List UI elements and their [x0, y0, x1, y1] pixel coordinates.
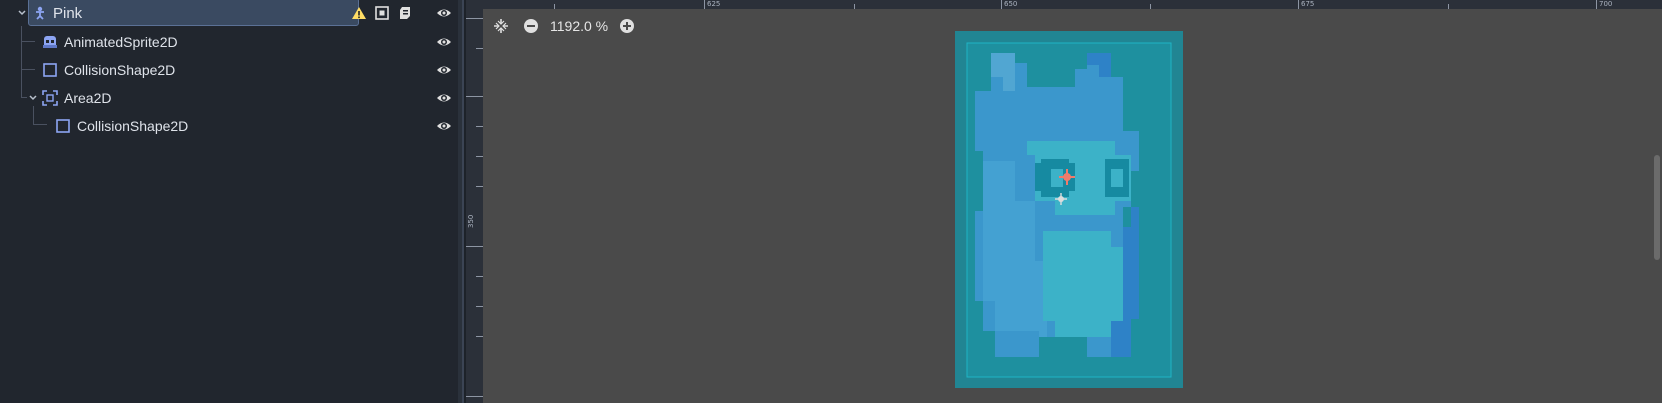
zoom-level-label[interactable]: 1192.0 % — [550, 18, 608, 34]
visibility-eye-icon[interactable] — [436, 5, 452, 21]
ruler-label: 625 — [707, 0, 721, 8]
area2d-icon — [42, 90, 58, 106]
center-view-icon[interactable] — [492, 17, 510, 35]
zoom-toolbar: 1192.0 % — [492, 17, 636, 35]
vertical-ruler: 350 — [466, 0, 483, 403]
visibility-eye-icon[interactable] — [436, 118, 452, 134]
ruler-label: 350 — [467, 214, 475, 228]
scene-tree-panel: Pink AnimatedSprite2D CollisionShape2D A… — [0, 0, 458, 403]
animated-sprite-icon — [42, 34, 58, 50]
ruler-label: 675 — [1301, 0, 1315, 8]
tree-node-area2d-collisionshape2d[interactable]: CollisionShape2D — [0, 112, 458, 140]
character-body-icon — [32, 5, 48, 21]
vertical-scrollbar[interactable] — [1654, 155, 1660, 260]
node-label: CollisionShape2D — [77, 118, 189, 134]
collision-shape-icon — [55, 118, 71, 134]
node-label: CollisionShape2D — [64, 62, 176, 78]
tree-node-animatedsprite2d[interactable]: AnimatedSprite2D — [0, 28, 458, 56]
chevron-down-icon[interactable] — [28, 93, 38, 103]
collision-shape-icon — [42, 62, 58, 78]
horizontal-ruler: 625 650 675 700 — [466, 0, 1662, 9]
canvas-viewport[interactable]: 625 650 675 700 350 1192.0 % — [466, 0, 1662, 403]
node-label: AnimatedSprite2D — [64, 34, 178, 50]
node-label: Pink — [53, 5, 83, 22]
tree-node-area2d[interactable]: Area2D — [0, 84, 458, 112]
ruler-label: 650 — [1004, 0, 1018, 8]
node-label: Area2D — [64, 90, 112, 106]
tree-node-pink[interactable]: Pink — [0, 0, 458, 28]
visibility-eye-icon[interactable] — [436, 90, 452, 106]
chevron-down-icon[interactable] — [17, 8, 27, 18]
warning-icon[interactable] — [351, 5, 367, 21]
visibility-eye-icon[interactable] — [436, 62, 452, 78]
zoom-in-button[interactable] — [618, 17, 636, 35]
area-collision-rect — [966, 42, 1172, 378]
pink-character-sprite[interactable] — [955, 31, 1183, 388]
panel-splitter[interactable] — [458, 0, 464, 403]
sprite-canvas — [955, 31, 1183, 388]
script-icon[interactable] — [397, 5, 413, 21]
tree-node-collisionshape2d[interactable]: CollisionShape2D — [0, 56, 458, 84]
group-selected-icon[interactable] — [374, 5, 390, 21]
visibility-eye-icon[interactable] — [436, 34, 452, 50]
ruler-label: 700 — [1599, 0, 1613, 8]
zoom-out-button[interactable] — [522, 17, 540, 35]
